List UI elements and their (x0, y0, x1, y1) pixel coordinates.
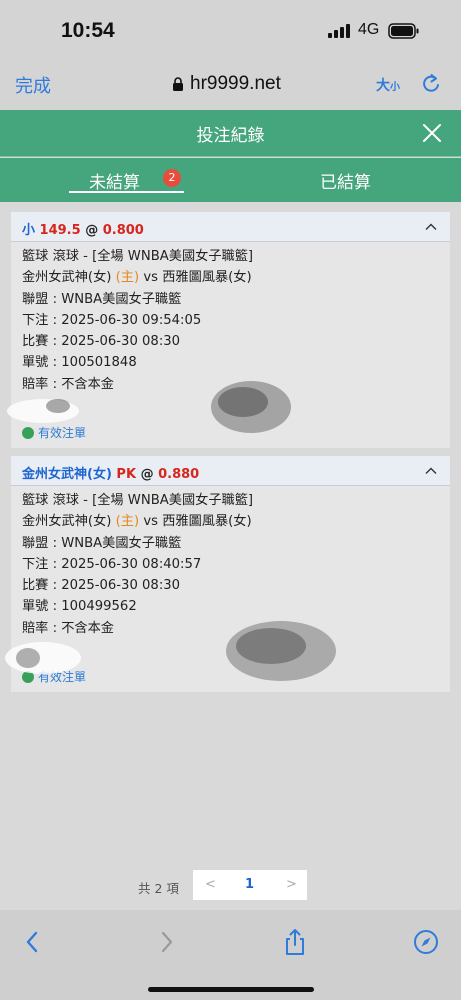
chevron-up-icon[interactable] (425, 465, 437, 477)
count-badge: 2 (163, 169, 181, 187)
page-title: 投注紀錄 (196, 126, 265, 146)
url-field[interactable]: hr9999.net (172, 72, 281, 96)
text-size-big: 大 (376, 78, 390, 94)
status-time: 10:54 (61, 19, 115, 42)
scribble-redaction (211, 381, 291, 433)
away-team: 西雅圖風暴(女) (162, 514, 252, 530)
done-button[interactable]: 完成 (15, 72, 51, 98)
bet-line: PK (116, 467, 137, 482)
text-size-button[interactable]: 大小 (376, 75, 400, 95)
league-line: 聯盟 : WNBA美國女子職籃 (22, 291, 182, 307)
page-selector: < 1 > (193, 870, 307, 900)
bet-odds: 0.880 (158, 467, 200, 482)
sport-line: 籃球 滾球 - [全場 WNBA美國女子職籃] (22, 249, 254, 264)
status-bar: 10:54 4G (0, 0, 461, 62)
bet-pick: 小 (22, 223, 36, 238)
match-time-line: 比賽 : 2025-06-30 08:30 (22, 578, 181, 594)
tab-bar: 未結算 2 已結算 (0, 158, 461, 202)
home-tag: (主) (115, 270, 140, 286)
bet-at: @ (85, 223, 99, 238)
tab-settled-label: 已結算 (320, 173, 371, 193)
match-teams: 金州女武神(女) (主) vs 西雅圖風暴(女) (22, 267, 439, 288)
browser-address-bar: 完成 hr9999.net 大小 (0, 62, 461, 110)
bet-card: 金州女武神(女) PK @ 0.880 籃球 滾球 - [全場 WNBA美國女子… (5, 456, 450, 692)
home-team: 金州女武神(女) (22, 514, 112, 530)
bet-pick: 金州女武神(女) (22, 467, 112, 482)
bet-time-line: 下注 : 2025-06-30 09:54:05 (22, 312, 202, 328)
tab-unsettled-label: 未結算 (89, 173, 140, 193)
prev-page-button[interactable]: < (205, 877, 216, 892)
bet-line: 149.5 (39, 223, 81, 238)
bet-card-header[interactable]: 小 149.5 @ 0.800 (11, 212, 450, 242)
url-text: hr9999.net (190, 73, 281, 94)
next-page-button[interactable]: > (286, 877, 297, 892)
reload-icon[interactable] (421, 72, 443, 96)
forward-icon[interactable] (153, 928, 179, 956)
bet-at: @ (140, 467, 154, 482)
bet-card: 小 149.5 @ 0.800 籃球 滾球 - [全場 WNBA美國女子職籃] … (7, 212, 450, 448)
league-line: 聯盟 : WNBA美國女子職籃 (22, 535, 182, 551)
active-tab-indicator (69, 191, 184, 193)
home-team: 金州女武神(女) (22, 270, 112, 286)
back-icon[interactable] (20, 928, 46, 956)
text-size-small: 小 (390, 82, 400, 93)
match-time-line: 比賽 : 2025-06-30 08:30 (22, 334, 181, 350)
home-indicator (148, 987, 314, 992)
current-page[interactable]: 1 (245, 877, 254, 892)
tab-unsettled[interactable]: 未結算 2 (69, 158, 184, 202)
sport-line: 籃球 滾球 - [全場 WNBA美國女子職籃] (22, 493, 254, 508)
bet-odds: 0.800 (102, 223, 144, 238)
home-tag: (主) (115, 514, 140, 530)
total-count: 共 2 項 (138, 881, 179, 896)
app-header: 投注紀錄 (0, 110, 461, 157)
vs-label: vs (143, 270, 158, 286)
match-teams: 金州女武神(女) (主) vs 西雅圖風暴(女) (22, 511, 439, 532)
tab-settled[interactable]: 已結算 (300, 158, 390, 202)
scribble-redaction (5, 642, 81, 674)
share-icon[interactable] (282, 928, 308, 956)
compass-icon[interactable] (413, 928, 439, 956)
lock-icon (173, 76, 183, 91)
bet-card-header[interactable]: 金州女武神(女) PK @ 0.880 (11, 456, 450, 486)
pagination: 共 2 項 < 1 > (0, 870, 461, 900)
chevron-up-icon[interactable] (425, 221, 437, 233)
battery-icon (388, 23, 419, 39)
away-team: 西雅圖風暴(女) (162, 270, 252, 286)
vs-label: vs (143, 514, 158, 530)
network-type: 4G (358, 21, 380, 38)
signal-icon (328, 24, 352, 38)
bet-time-line: 下注 : 2025-06-30 08:40:57 (22, 556, 202, 572)
close-icon[interactable] (421, 122, 443, 144)
scribble-redaction (226, 621, 336, 681)
scribble-redaction (7, 399, 79, 423)
